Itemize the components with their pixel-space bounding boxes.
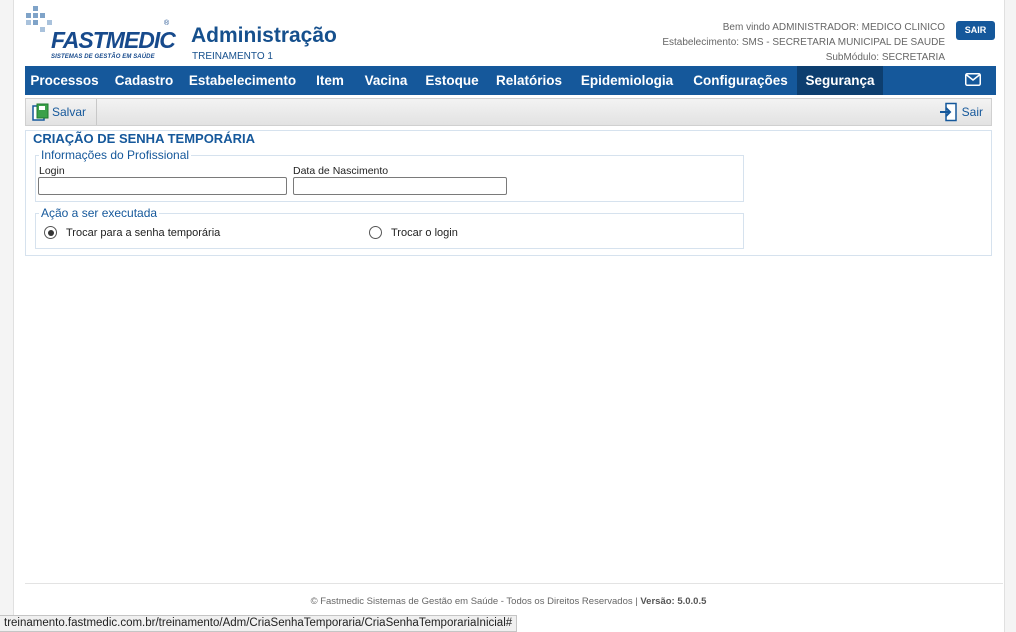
app-title: Administração [191, 24, 337, 47]
nav-item-vacina[interactable]: Vacina [358, 66, 414, 95]
window-scrollbar[interactable] [1004, 0, 1016, 632]
change-login-radio-label[interactable]: Trocar o login [391, 227, 458, 239]
temp-password-radio[interactable] [44, 226, 57, 239]
mail-icon[interactable] [965, 73, 981, 86]
page: FASTMEDIC ® SISTEMAS DE GESTÃO EM SAÚDE … [0, 0, 1016, 632]
nav-item-seguranca[interactable]: Segurança [797, 66, 883, 95]
welcome-text: Bem vindo ADMINISTRADOR: MEDICO CLINICO [722, 22, 945, 33]
registered-mark: ® [164, 20, 170, 27]
nav-item-estabelecimento[interactable]: Estabelecimento [184, 66, 301, 95]
exit-door-icon [939, 102, 957, 122]
window-left-edge [0, 0, 14, 632]
action-fieldset: Ação a ser executada Trocar para a senha… [35, 206, 744, 249]
nav-item-estoque[interactable]: Estoque [421, 66, 483, 95]
exit-button[interactable]: Sair [939, 99, 983, 125]
professional-info-legend: Informações do Profissional [39, 148, 192, 162]
app-subtitle: TREINAMENTO 1 [192, 51, 273, 62]
browser-status-url: treinamento.fastmedic.com.br/treinamento… [0, 615, 518, 632]
nav-item-cadastro[interactable]: Cadastro [106, 66, 182, 95]
nav-item-configuracoes[interactable]: Configurações [687, 66, 794, 95]
footer-copyright: © Fastmedic Sistemas de Gestão em Saúde … [310, 596, 638, 607]
logo-text: FASTMEDIC [51, 27, 176, 53]
footer-version: Versão: 5.0.0.5 [640, 596, 707, 607]
login-input[interactable] [38, 177, 287, 195]
footer: © Fastmedic Sistemas de Gestão em Saúde … [25, 596, 992, 607]
logout-button[interactable]: SAIR [956, 21, 995, 40]
birthdate-input[interactable] [293, 177, 507, 195]
main-navbar: Processos Cadastro Estabelecimento Item … [25, 66, 996, 95]
professional-info-fieldset: Informações do Profissional Login Data d… [35, 148, 744, 202]
action-toolbar: Salvar Sair [25, 98, 992, 126]
footer-divider [25, 583, 1003, 584]
action-legend: Ação a ser executada [39, 206, 160, 220]
user-info: Bem vindo ADMINISTRADOR: MEDICO CLINICO … [662, 20, 945, 65]
temp-password-radio-label[interactable]: Trocar para a senha temporária [66, 227, 220, 239]
nav-item-epidemiologia[interactable]: Epidemiologia [575, 66, 679, 95]
exit-label: Sair [961, 105, 983, 119]
fastmedic-logo: FASTMEDIC ® SISTEMAS DE GESTÃO EM SAÚDE [25, 6, 176, 64]
temp-password-panel: CRIAÇÃO DE SENHA TEMPORÁRIA Informações … [25, 130, 992, 256]
change-login-radio[interactable] [369, 226, 382, 239]
submodule-text: SubMódulo: SECRETARIA [825, 52, 945, 63]
page-title: CRIAÇÃO DE SENHA TEMPORÁRIA [33, 131, 255, 146]
save-label: Salvar [52, 105, 87, 119]
login-label: Login [39, 165, 65, 177]
save-button[interactable]: Salvar [32, 99, 98, 125]
birthdate-label: Data de Nascimento [293, 165, 389, 177]
establishment-text: Estabelecimento: SMS - SECRETARIA MUNICI… [662, 37, 945, 48]
nav-item-relatorios[interactable]: Relatórios [491, 66, 567, 95]
nav-item-processos[interactable]: Processos [25, 66, 104, 95]
save-icon [32, 103, 49, 121]
nav-item-item[interactable]: Item [307, 66, 353, 95]
logo-tagline: SISTEMAS DE GESTÃO EM SAÚDE [51, 54, 155, 60]
